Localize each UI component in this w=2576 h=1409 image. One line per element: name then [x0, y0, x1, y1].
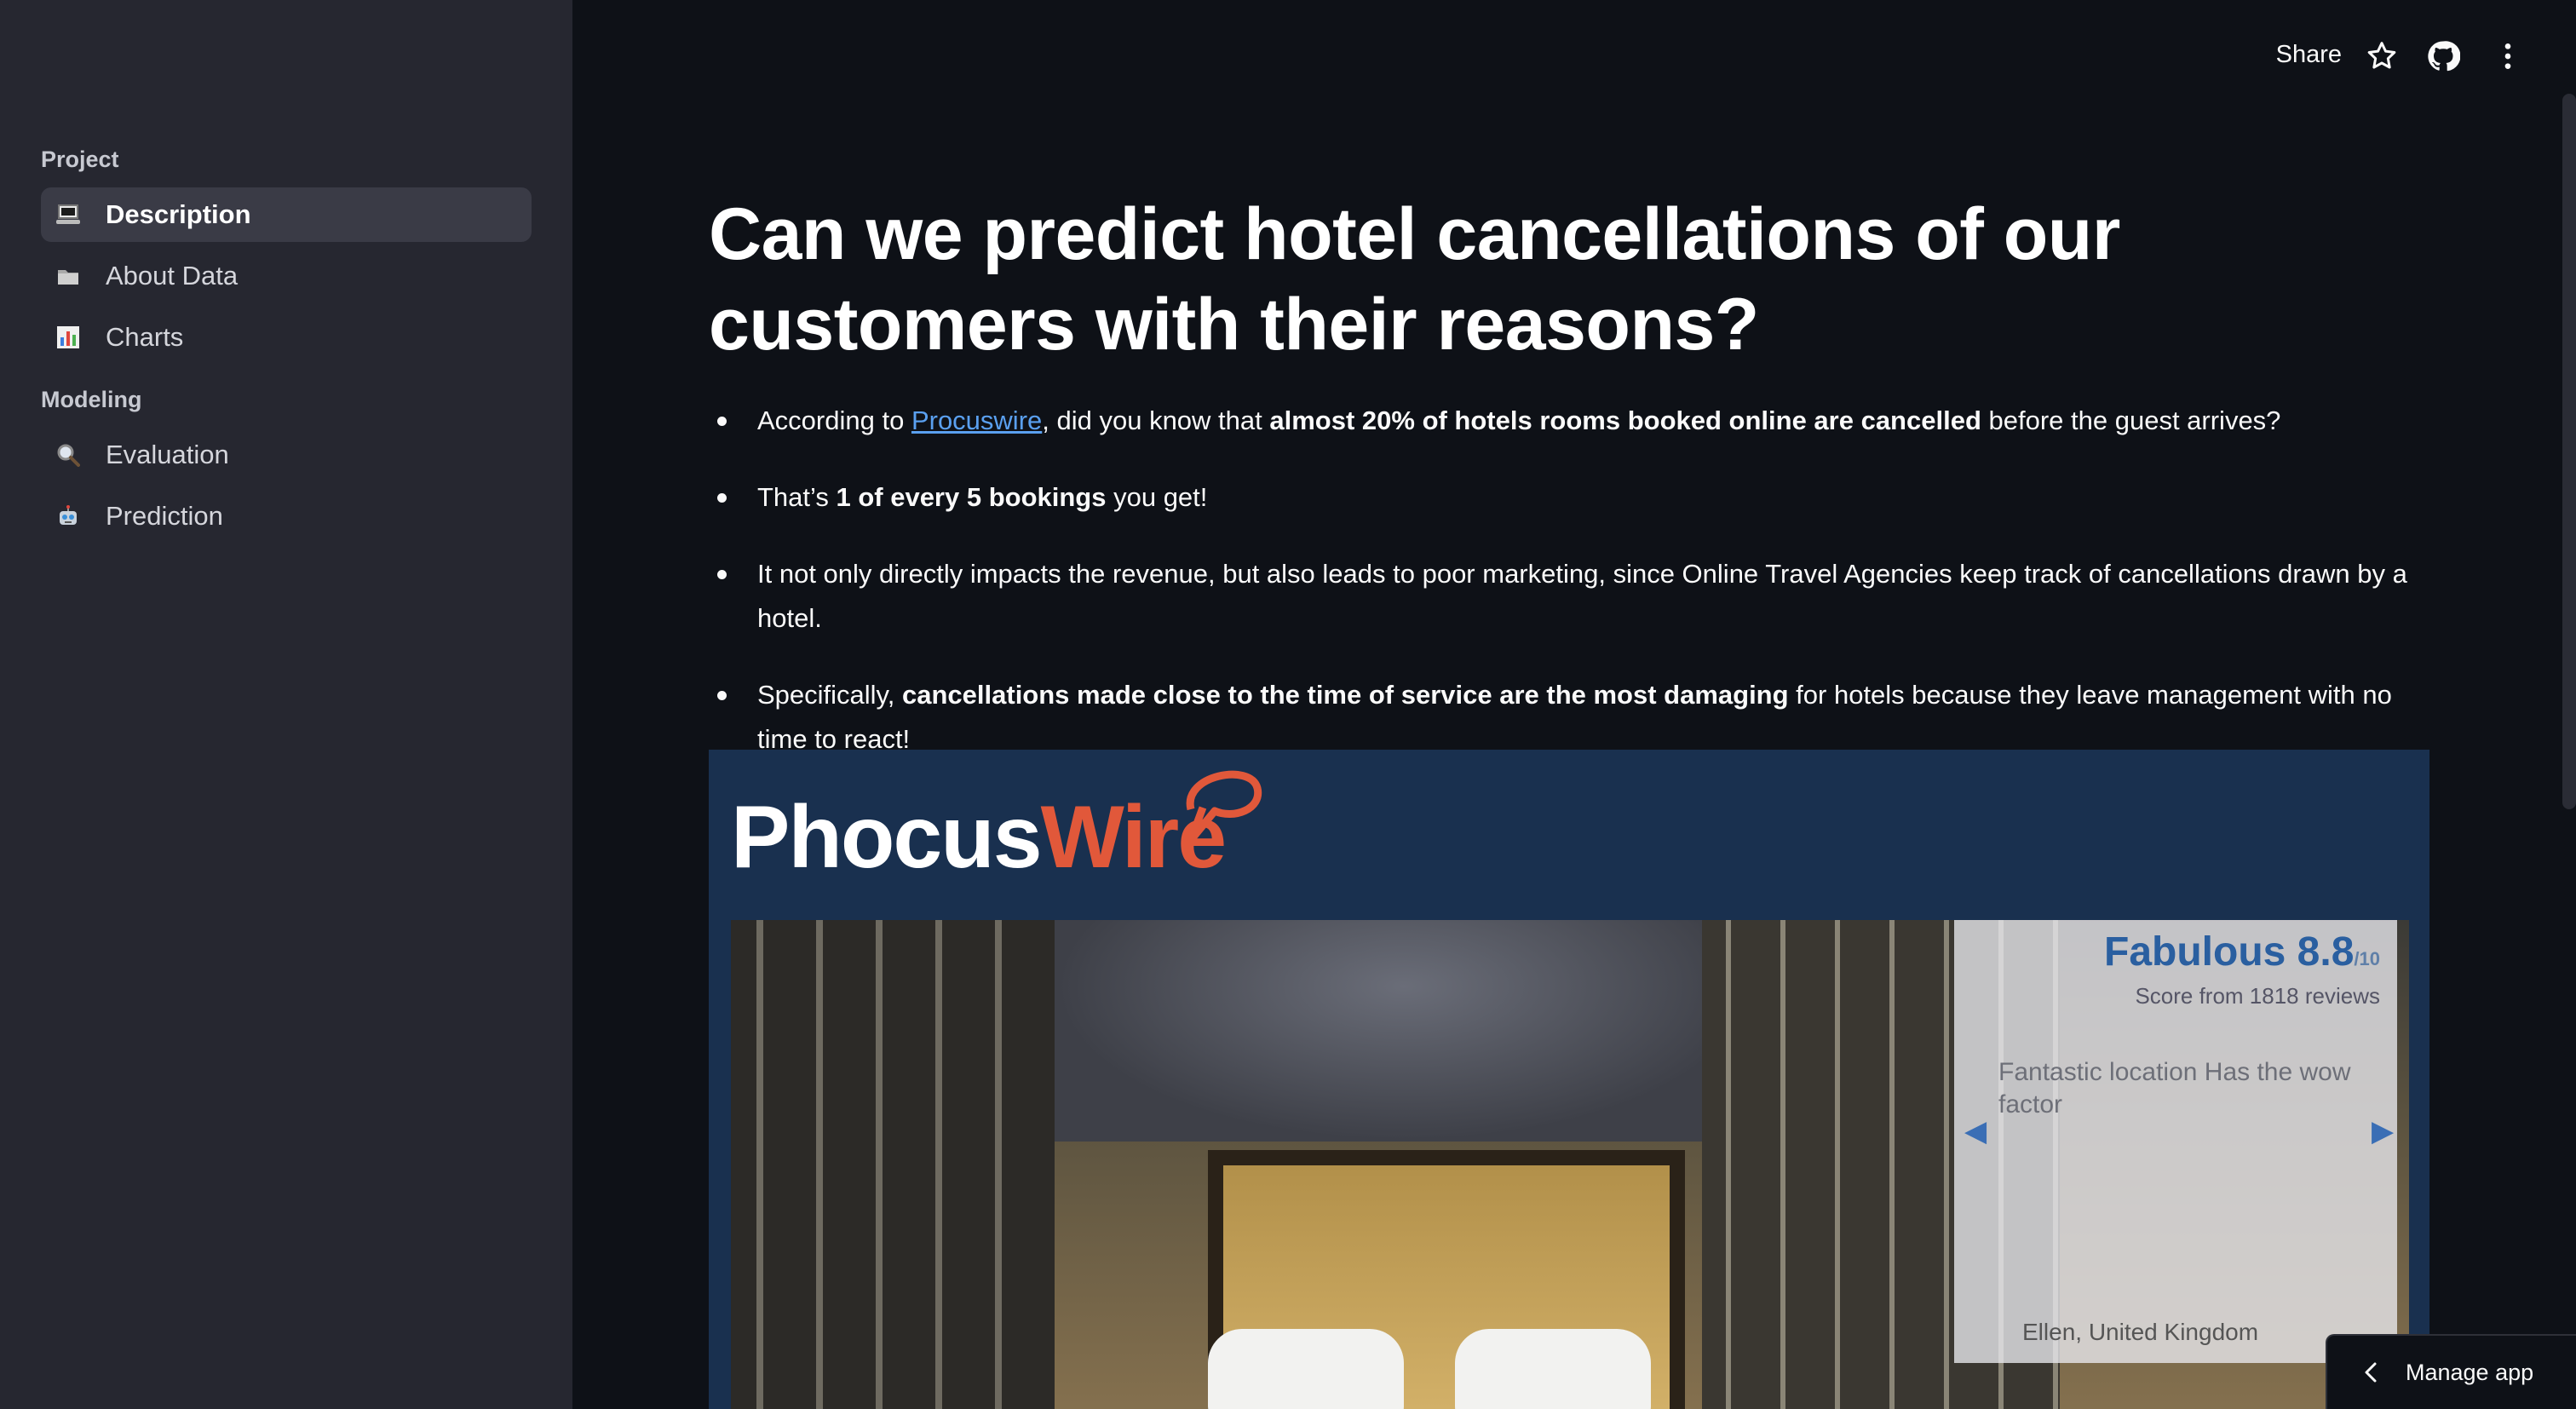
manage-app-button[interactable]: Manage app — [2326, 1334, 2576, 1409]
magnifier-icon — [55, 441, 82, 469]
sidebar-item-label: Evaluation — [106, 440, 229, 469]
sidebar-item-charts[interactable]: Charts — [41, 310, 532, 365]
bold-text: almost 20% of hotels rooms booked online… — [1269, 405, 1981, 435]
photo-pillow — [1455, 1329, 1651, 1409]
bold-text: cancellations made close to the time of … — [902, 680, 1789, 710]
manage-app-label: Manage app — [2406, 1359, 2534, 1385]
text-span: you get! — [1106, 482, 1208, 512]
sidebar-item-evaluation[interactable]: Evaluation — [41, 428, 532, 482]
sidebar-item-description[interactable]: Description — [41, 187, 532, 242]
section-label-modeling: Modeling — [41, 387, 142, 412]
page-title: Can we predict hotel cancellations of ou… — [709, 193, 2120, 365]
arrow-left-icon: ◀ — [1964, 1115, 1987, 1147]
hotel-room-photo: Fabulous 8.8/10 Score from 1818 reviews … — [731, 920, 2409, 1409]
arrow-right-icon: ▶ — [2372, 1115, 2395, 1147]
text-span: , did you know that — [1042, 405, 1270, 435]
section-label-project: Project — [41, 147, 119, 172]
text-span: According to — [757, 405, 911, 435]
sidebar-item-label: Description — [106, 199, 251, 229]
score-suffix: /10 — [2354, 948, 2380, 969]
review-card: Fabulous 8.8/10 Score from 1818 reviews … — [1954, 920, 2397, 1363]
text-span: It not only directly impacts the revenue… — [757, 559, 2407, 633]
score-text: Fabulous 8.8 — [2104, 929, 2355, 975]
list-item: It not only directly impacts the revenue… — [709, 552, 2438, 641]
review-score: Fabulous 8.8/10 — [1954, 929, 2380, 975]
sidebar: Project Description About Data Charts Mo… — [0, 0, 572, 1409]
robot-icon — [55, 503, 82, 530]
folder-icon — [55, 262, 82, 290]
sidebar-item-label: About Data — [106, 261, 239, 290]
app-header: Share — [572, 0, 2576, 111]
bullet-list: According to Procuswire, did you know th… — [709, 399, 2438, 794]
phocuswire-image: PhocusWire Fabulous 8.8/10 Score from 18… — [709, 750, 2429, 1409]
logo-text: Phocus — [731, 788, 1043, 887]
reviewer-name: Ellen, United Kingdom — [2022, 1319, 2259, 1345]
photo-pillow — [1208, 1329, 1404, 1409]
share-button[interactable]: Share — [2276, 41, 2342, 69]
photo-curtain — [731, 920, 1055, 1409]
scrollbar[interactable] — [2562, 94, 2576, 809]
list-item: That’s 1 of every 5 bookings you get! — [709, 475, 2438, 520]
laptop-icon — [55, 201, 82, 228]
list-item: According to Procuswire, did you know th… — [709, 399, 2438, 443]
list-item: Specifically, cancellations made close t… — [709, 673, 2438, 762]
sidebar-item-label: Charts — [106, 322, 184, 352]
text-span: Specifically, — [757, 680, 902, 710]
phocuswire-logo: PhocusWire — [731, 770, 1262, 889]
procuswire-link[interactable]: Procuswire — [911, 405, 1042, 435]
text-span: That’s — [757, 482, 837, 512]
text-span: before the guest arrives? — [1981, 405, 2281, 435]
review-quote: Fantastic location Has the wow factor — [1998, 1058, 2351, 1119]
more-vertical-icon[interactable] — [2491, 39, 2525, 73]
speech-bubble-icon — [1186, 770, 1262, 844]
github-icon[interactable] — [2426, 39, 2461, 73]
bar-chart-icon — [55, 324, 82, 351]
star-icon[interactable] — [2365, 39, 2399, 73]
sidebar-item-prediction[interactable]: Prediction — [41, 489, 532, 543]
review-sub: Score from 1818 reviews — [2135, 983, 2380, 1009]
sidebar-item-label: Prediction — [106, 501, 223, 531]
sidebar-item-about-data[interactable]: About Data — [41, 249, 532, 303]
photo-ceiling — [1055, 920, 1753, 1142]
bold-text: 1 of every 5 bookings — [836, 482, 1107, 512]
chevron-left-icon — [2365, 1362, 2377, 1383]
